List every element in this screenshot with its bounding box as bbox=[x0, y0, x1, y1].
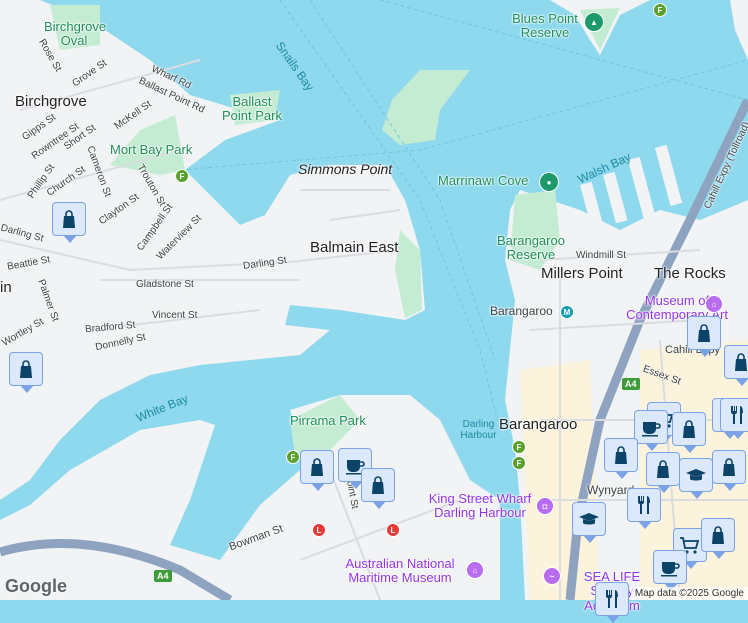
coffee-cup-icon bbox=[661, 562, 680, 577]
street-label: Gladstone St bbox=[136, 279, 194, 290]
coffee-cup-icon bbox=[642, 422, 661, 437]
fork-place-pin[interactable] bbox=[595, 582, 629, 623]
bag-place-pin[interactable] bbox=[712, 450, 746, 491]
museum-icon[interactable]: ⌂ bbox=[466, 561, 484, 579]
water-label: Darling Harbour bbox=[460, 419, 497, 441]
park-label[interactable]: Mort Bay Park bbox=[110, 142, 192, 157]
suburb-label: Millers Point bbox=[541, 265, 623, 282]
google-logo: Google bbox=[5, 576, 67, 596]
ferry-icon[interactable]: F bbox=[512, 456, 526, 470]
shopping-bag-icon bbox=[63, 210, 75, 228]
bag-place-pin[interactable] bbox=[361, 468, 395, 509]
restaurant-icon bbox=[638, 496, 650, 514]
shopping-bag-icon bbox=[698, 324, 710, 342]
light-rail-icon[interactable]: L bbox=[312, 523, 326, 537]
tree-icon[interactable]: ▲ bbox=[584, 12, 604, 32]
camera-icon[interactable]: ◘ bbox=[536, 497, 554, 515]
restaurant-icon bbox=[606, 590, 618, 608]
suburb-label: in bbox=[0, 279, 12, 296]
park-label[interactable]: Birchgrove Oval bbox=[44, 19, 106, 49]
suburb-label: Birchgrove bbox=[15, 93, 87, 110]
metro-icon[interactable]: M bbox=[560, 305, 574, 319]
bag-place-pin[interactable] bbox=[9, 352, 43, 393]
route-shield: A4 bbox=[154, 570, 172, 582]
shopping-bag-icon bbox=[615, 446, 627, 464]
street-label: Windmill St bbox=[576, 250, 627, 261]
fork-place-pin[interactable] bbox=[720, 398, 748, 439]
shopping-bag-icon bbox=[311, 458, 323, 476]
ferry-icon[interactable]: F bbox=[286, 450, 300, 464]
shopping-bag-icon bbox=[712, 526, 724, 544]
park-label[interactable]: Ballast Point Park bbox=[217, 94, 287, 124]
bag-place-pin[interactable] bbox=[52, 202, 86, 243]
restaurant-icon bbox=[731, 406, 743, 424]
cap-place-pin[interactable] bbox=[679, 458, 713, 499]
ferry-icon[interactable]: F bbox=[175, 169, 189, 183]
bag-place-pin[interactable] bbox=[687, 316, 721, 357]
light-rail-icon[interactable]: L bbox=[386, 523, 400, 537]
bag-place-pin[interactable] bbox=[646, 452, 680, 493]
suburb-label: Balmain East bbox=[310, 239, 399, 256]
shopping-bag-icon bbox=[723, 458, 735, 476]
street-label: Vincent St bbox=[152, 310, 198, 321]
bag-place-pin[interactable] bbox=[300, 450, 334, 491]
bag-place-pin[interactable] bbox=[672, 412, 706, 453]
poi-label[interactable]: King Street Wharf Darling Harbour bbox=[420, 491, 540, 521]
shopping-bag-icon bbox=[735, 353, 747, 371]
graduation-cap-icon bbox=[579, 513, 599, 525]
shopping-bag-icon bbox=[657, 460, 669, 478]
map-attribution[interactable]: Map data ©2025 Google bbox=[630, 587, 748, 600]
cup-place-pin[interactable] bbox=[634, 410, 668, 451]
fork-place-pin[interactable] bbox=[627, 488, 661, 529]
route-shield: A4 bbox=[622, 378, 640, 390]
shopping-bag-icon bbox=[372, 476, 384, 494]
aquarium-icon[interactable]: ~ bbox=[543, 567, 561, 585]
shopping-bag-icon bbox=[683, 420, 695, 438]
ferry-icon[interactable]: F bbox=[512, 440, 526, 454]
suburb-label: The Rocks bbox=[654, 265, 726, 282]
museum-icon[interactable]: ⌂ bbox=[705, 295, 723, 313]
ferry-icon[interactable]: F bbox=[653, 3, 667, 17]
place-label: Simmons Point bbox=[298, 161, 393, 177]
bag-place-pin[interactable] bbox=[701, 518, 735, 559]
bag-place-pin[interactable] bbox=[604, 438, 638, 479]
shopping-bag-icon bbox=[20, 360, 32, 378]
graduation-cap-icon bbox=[686, 469, 706, 481]
park-pin-icon[interactable]: ● bbox=[539, 172, 559, 192]
poi-label[interactable]: Australian National Maritime Museum bbox=[335, 556, 465, 586]
cap-place-pin[interactable] bbox=[572, 502, 606, 543]
park-label[interactable]: Barangaroo Reserve bbox=[496, 233, 566, 263]
park-label[interactable]: Marrinawi Cove bbox=[438, 173, 528, 188]
suburb-label: Barangaroo bbox=[499, 416, 578, 433]
station-label[interactable]: Barangaroo bbox=[490, 304, 553, 318]
park-label[interactable]: Pirrama Park bbox=[290, 413, 366, 428]
park-label[interactable]: Blues Point Reserve bbox=[505, 11, 585, 41]
bag-place-pin[interactable] bbox=[724, 345, 748, 386]
cup-place-pin[interactable] bbox=[653, 550, 687, 591]
